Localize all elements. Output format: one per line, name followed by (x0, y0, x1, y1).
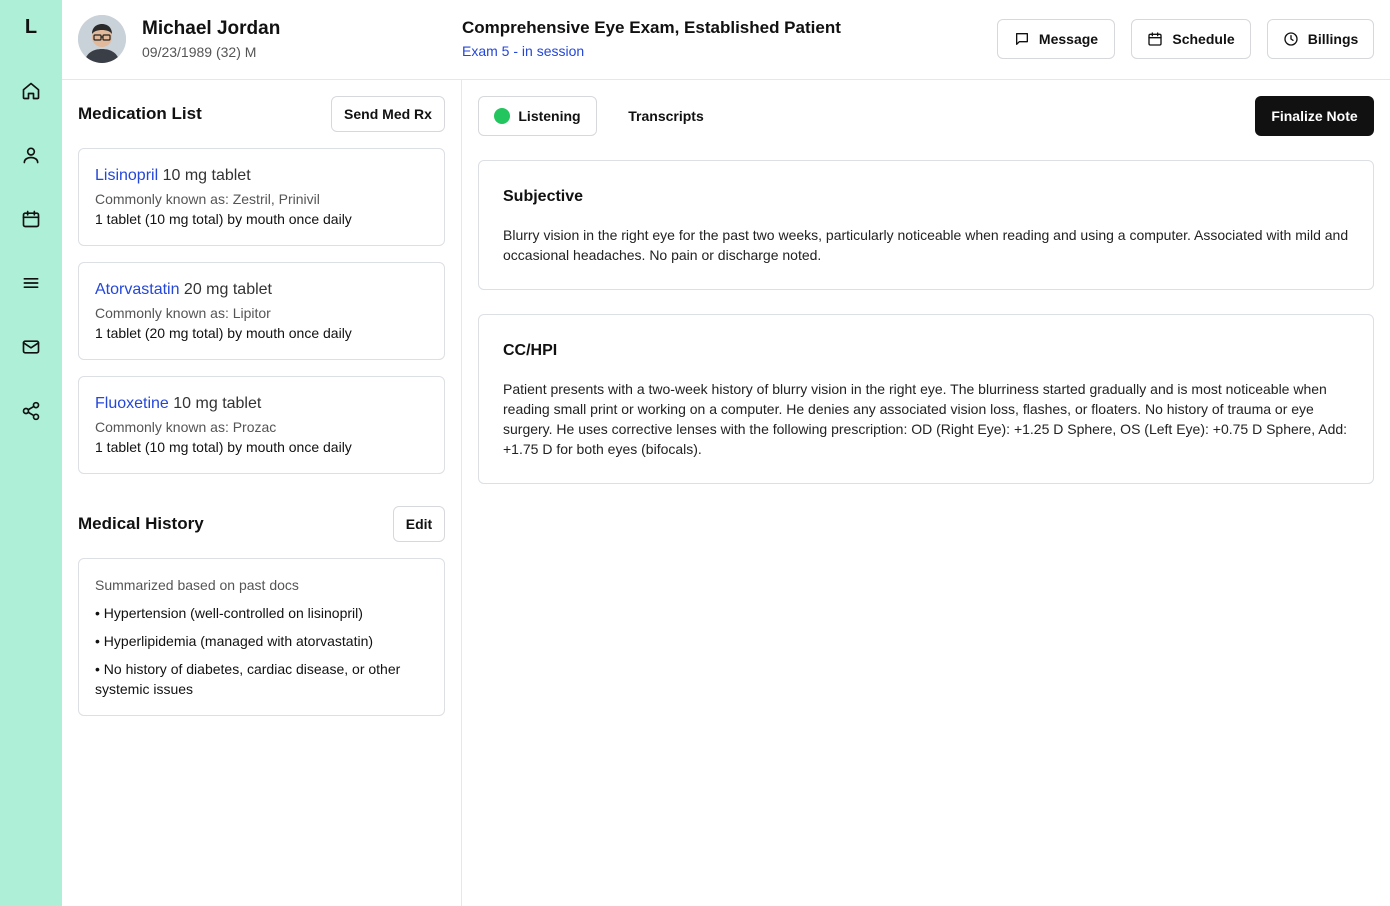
medication-sig: 1 tablet (10 mg total) by mouth once dai… (95, 439, 352, 455)
calendar-icon[interactable] (21, 209, 41, 229)
medical-history-card: Summarized based on past docs • Hyperten… (78, 558, 445, 716)
medication-strength: 20 mg tablet (179, 281, 272, 298)
schedule-button[interactable]: Schedule (1131, 19, 1251, 59)
share-icon[interactable] (21, 401, 41, 421)
patient-header: Michael Jordan 09/23/1989 (32) M Compreh… (62, 0, 1390, 80)
medication-aka: Commonly known as: Prozac (95, 419, 277, 435)
send-med-rx-button[interactable]: Send Med Rx (331, 96, 445, 132)
history-item: • No history of diabetes, cardiac diseas… (95, 661, 401, 697)
patient-name: Michael Jordan (142, 18, 281, 39)
exam-title: Comprehensive Eye Exam, Established Pati… (462, 18, 841, 37)
patient-details: 09/23/1989 (32) M (142, 44, 257, 60)
medication-title: Atorvastatin 20 mg tablet (95, 281, 272, 299)
mail-icon[interactable] (21, 337, 41, 357)
clock-icon (1283, 31, 1299, 47)
message-button-label: Message (1038, 31, 1099, 47)
medication-card: Atorvastatin 20 mg tablet Commonly known… (78, 262, 445, 360)
user-icon[interactable] (21, 145, 41, 165)
home-icon[interactable] (21, 81, 41, 101)
listening-toggle[interactable]: Listening (478, 96, 597, 136)
edit-history-button[interactable]: Edit (393, 506, 445, 542)
medication-title: Lisinopril 10 mg tablet (95, 167, 251, 185)
medication-card: Fluoxetine 10 mg tablet Commonly known a… (78, 376, 445, 474)
subjective-card: Subjective Blurry vision in the right ey… (478, 160, 1374, 290)
listening-label: Listening (518, 108, 581, 124)
billings-button-label: Billings (1307, 31, 1359, 47)
medication-name-link[interactable]: Atorvastatin (95, 281, 179, 298)
medication-sig: 1 tablet (20 mg total) by mouth once dai… (95, 325, 352, 341)
medical-history-title: Medical History (78, 514, 204, 533)
medication-card: Lisinopril 10 mg tablet Commonly known a… (78, 148, 445, 246)
medication-aka: Commonly known as: Lipitor (95, 305, 271, 321)
left-panel: Medication List Send Med Rx Lisinopril 1… (62, 80, 462, 906)
recording-status-icon (494, 108, 511, 124)
history-item: • Hypertension (well-controlled on lisin… (95, 605, 363, 621)
medication-title: Fluoxetine 10 mg tablet (95, 395, 261, 413)
schedule-button-label: Schedule (1172, 31, 1235, 47)
message-icon (1014, 31, 1030, 47)
subjective-text[interactable]: Blurry vision in the right eye for the p… (503, 225, 1349, 265)
subjective-title: Subjective (503, 188, 584, 205)
note-panel: Listening Transcripts Finalize Note Subj… (462, 80, 1390, 906)
billings-button[interactable]: Billings (1267, 19, 1374, 59)
app-logo[interactable]: L (0, 16, 62, 39)
medication-name-link[interactable]: Fluoxetine (95, 395, 169, 412)
medication-list-title: Medication List (78, 104, 202, 123)
avatar[interactable] (78, 15, 126, 63)
medication-strength: 10 mg tablet (158, 167, 251, 184)
medication-strength: 10 mg tablet (168, 395, 262, 412)
medication-aka: Commonly known as: Zestril, Prinivil (95, 191, 320, 207)
exam-status[interactable]: Exam 5 - in session (462, 43, 584, 59)
tab-transcripts[interactable]: Transcripts (613, 96, 719, 136)
message-button[interactable]: Message (997, 19, 1115, 59)
sidebar: L (0, 0, 62, 906)
cc-hpi-text[interactable]: Patient presents with a two-week history… (503, 379, 1349, 459)
finalize-note-button[interactable]: Finalize Note (1255, 96, 1374, 136)
medication-sig: 1 tablet (10 mg total) by mouth once dai… (95, 211, 352, 227)
medication-name-link[interactable]: Lisinopril (95, 167, 158, 184)
menu-icon[interactable] (21, 273, 41, 293)
history-item: • Hyperlipidemia (managed with atorvasta… (95, 633, 374, 649)
calendar-icon (1147, 31, 1163, 47)
cc-hpi-card: CC/HPI Patient presents with a two-week … (478, 314, 1374, 484)
cc-hpi-title: CC/HPI (503, 342, 558, 359)
history-summary-note: Summarized based on past docs (95, 577, 299, 593)
